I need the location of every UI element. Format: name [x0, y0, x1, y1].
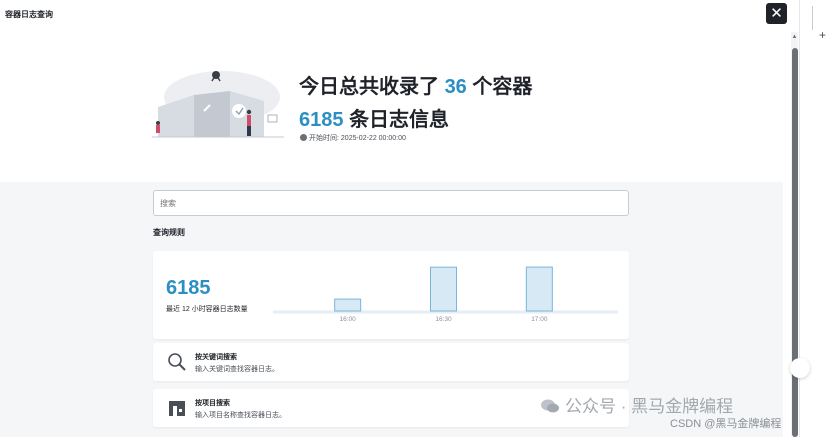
scrollbar-thumb[interactable]	[792, 48, 798, 437]
project-building-icon	[169, 401, 185, 416]
start-time: 开始时间: 2025-02-22 00:00:00	[300, 133, 406, 143]
scroll-up-icon[interactable]: ▲	[791, 34, 798, 42]
modal-title: 容器日志查询	[5, 10, 53, 19]
watermark: 公众号 · 黑马金牌编程	[540, 392, 733, 417]
modal-header: 容器日志查询	[0, 0, 783, 30]
divider	[812, 6, 813, 30]
chart-bar-16:30	[430, 266, 457, 312]
illustration-icon	[152, 71, 284, 138]
project-search-desc: 输入项目名称查找容器日志。	[195, 412, 286, 419]
plus-icon[interactable]: +	[819, 28, 826, 42]
start-time-value: 2025-02-22 00:00:00	[340, 135, 406, 142]
log-count-suffix: 条日志信息	[349, 109, 450, 131]
wechat-icon	[541, 399, 559, 413]
chart-tick-label: 17:00	[531, 316, 548, 323]
search-input[interactable]	[153, 190, 629, 216]
chart-bar-16:00	[334, 298, 362, 312]
hero-suffix: 个容器	[472, 76, 533, 98]
start-time-label: 开始时间:	[309, 135, 339, 142]
log-count-chart: 16:00 16:30 17:00	[273, 266, 618, 323]
keyword-search-desc: 输入关键词查找容器日志。	[195, 366, 279, 373]
chart-bar-17:00	[525, 266, 553, 312]
keyword-search-title: 按关键词搜索	[195, 354, 237, 361]
modal-dialog: 容器日志查询 今日总共收录了 36 个容器 6185 条日志信息 开始时间: 2…	[0, 0, 787, 437]
log-count-line: 6185 条日志信息	[299, 103, 449, 132]
container-count-line: 今日总共收录了 36 个容器	[299, 70, 532, 99]
magnifier-icon	[168, 353, 186, 371]
project-search-title: 按项目搜索	[195, 400, 230, 407]
keyword-search-card[interactable]: 按关键词搜索 输入关键词查找容器日志。	[153, 343, 629, 381]
stats-label: 最近 12 小时容器日志数量	[166, 306, 248, 313]
watermark-text: 公众号 · 黑马金牌编程	[565, 397, 734, 416]
chart-tick-label: 16:00	[340, 316, 357, 323]
rules-title: 查询规则	[153, 228, 185, 237]
summary-hero: 今日总共收录了 36 个容器 6185 条日志信息 开始时间: 2025-02-…	[0, 30, 783, 182]
hero-prefix: 今日总共收录了	[299, 76, 439, 98]
close-button[interactable]: ✕	[766, 3, 787, 24]
log-stats-card: 6185 最近 12 小时容器日志数量 16:00 16:30 17:00	[153, 251, 629, 339]
clock-icon	[300, 134, 307, 141]
log-count: 6185	[299, 109, 344, 131]
stats-total: 6185	[166, 277, 211, 299]
container-count: 36	[444, 76, 467, 98]
chart-tick-label: 16:30	[435, 316, 452, 323]
assistant-float-icon[interactable]	[790, 358, 810, 378]
csdn-watermark: CSDN @黑马金牌编程	[670, 418, 782, 430]
